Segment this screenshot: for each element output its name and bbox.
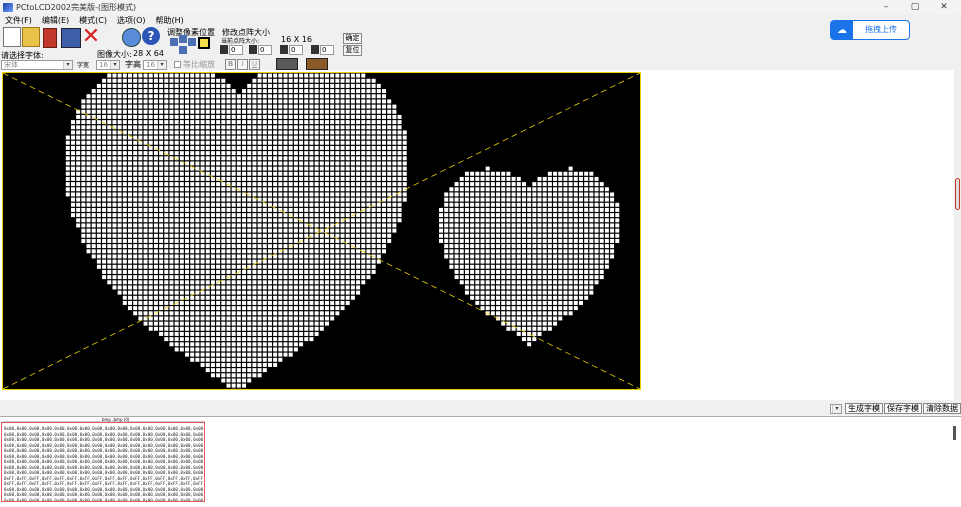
cloud-upload-icon: ☁ (831, 21, 853, 39)
minimize-button[interactable]: – (872, 0, 900, 14)
code-line: 0x00,0x00,0x00,0x00,0x00,0x00,0x00,0x00,… (4, 492, 205, 497)
reset-button[interactable]: 复位 (343, 45, 362, 56)
char-width-label: 字宽 (77, 62, 90, 69)
underline-button[interactable]: U (249, 59, 260, 70)
move-up-icon[interactable] (179, 35, 187, 43)
title-bar: PCtoLCD2002完美版-(图形模式) – ▢ ✕ (0, 0, 961, 14)
settings-gear-icon[interactable] (122, 28, 141, 47)
rotate-icon[interactable] (306, 58, 328, 70)
left-spin[interactable]: 0 (229, 45, 243, 55)
chevron-down-icon: ▾ (157, 61, 166, 69)
char-width-select[interactable]: 16 ▾ (96, 60, 120, 70)
code-line: 0xFF,0xFF,0xFF,0xFF,0xFF,0xFF,0xFF,0xFF,… (4, 481, 205, 486)
vertical-scrollbar[interactable] (954, 70, 961, 400)
italic-button[interactable]: I (237, 59, 248, 70)
move-down-icon[interactable] (179, 46, 187, 54)
dot-size-value: 16 X 16 (281, 35, 312, 44)
char-width-value: 16 (99, 61, 108, 69)
clear-data-button[interactable]: 清除数据 (923, 403, 961, 414)
menu-help[interactable]: 帮助(H) (156, 15, 184, 26)
generate-button[interactable]: 生成字模 (845, 403, 883, 414)
proportional-label: 等比缩放 (183, 60, 215, 69)
upload-label: 拖拽上传 (865, 25, 897, 34)
scrollbar-thumb[interactable] (955, 178, 960, 210)
close-button[interactable]: ✕ (930, 0, 958, 14)
confirm-button[interactable]: 确定 (343, 33, 362, 44)
database-icon[interactable] (61, 28, 81, 48)
pixel-group (65, 73, 620, 389)
char-height-label: 字高 (125, 60, 141, 69)
app-icon (3, 2, 13, 12)
move-right-icon[interactable] (188, 38, 196, 46)
pixel-grid-canvas[interactable] (2, 72, 641, 390)
center-icon[interactable] (198, 37, 210, 49)
right-margin-icon (280, 45, 288, 54)
char-height-value: 16 (146, 61, 155, 69)
code-line: 0x00,0x00,0x00,0x00,0x00,0x00,0x00,0x00,… (4, 437, 205, 442)
bold-button[interactable]: B (225, 59, 236, 70)
char-height-select[interactable]: 16 ▾ (143, 60, 167, 70)
save-font-button[interactable]: 保存字模 (884, 403, 922, 414)
code-output[interactable]: 0x00,0x00,0x00,0x00,0x00,0x00,0x00,0x00,… (1, 422, 205, 502)
maximize-button[interactable]: ▢ (901, 0, 929, 14)
proportional-checkbox[interactable] (174, 61, 181, 68)
bottom-margin-icon (311, 45, 319, 54)
output-select[interactable]: ▾ (830, 404, 842, 414)
save-icon[interactable] (43, 28, 57, 48)
bottom-spin[interactable]: 0 (320, 45, 334, 55)
code-line: 0x00,0x00,0x00,0x00,0x00,0x00,0x00,0x00,… (4, 497, 204, 502)
top-margin-icon (249, 45, 257, 54)
code-line: 0x00,0x00,0x00,0x00,0x00,0x00,0x00,0x00,… (4, 459, 205, 464)
chevron-down-icon: ▾ (832, 405, 841, 413)
move-left-icon[interactable] (170, 38, 178, 46)
right-spin[interactable]: 0 (289, 45, 303, 55)
code-line: 0x00,0x00,0x00,0x00,0x00,0x00,0x00,0x00,… (4, 448, 205, 453)
dot-size-hint: 当前点阵大小: (221, 38, 260, 45)
new-file-icon[interactable] (3, 27, 21, 47)
code-line: 0x00,0x00,0x00,0x00,0x00,0x00,0x00,0x00,… (4, 426, 205, 431)
menu-file[interactable]: 文件(F) (5, 15, 32, 26)
font-value: 宋体 (4, 61, 18, 69)
top-spin[interactable]: 0 (258, 45, 272, 55)
code-line: 0x00,0x00,0x00,0x00,0x00,0x00,0x00,0x00,… (4, 470, 205, 475)
help-icon[interactable]: ? (142, 27, 160, 45)
action-bar (0, 402, 961, 416)
upload-button[interactable]: ☁ 拖拽上传 (830, 20, 910, 40)
window-title: PCtoLCD2002完美版-(图形模式) (16, 2, 137, 12)
image-size-value: 28 X 64 (133, 49, 164, 58)
menu-options[interactable]: 选项(O) (117, 15, 146, 26)
font-select[interactable]: 宋体 ▾ (1, 60, 73, 70)
delete-icon[interactable]: ✕ (82, 26, 100, 48)
chevron-down-icon: ▾ (63, 61, 72, 69)
invert-icon[interactable] (276, 58, 298, 70)
output-scrollbar[interactable] (953, 426, 956, 440)
open-folder-icon[interactable] (22, 27, 40, 47)
menu-edit[interactable]: 编辑(E) (42, 15, 69, 26)
left-margin-icon (220, 45, 228, 54)
chevron-down-icon: ▾ (110, 61, 119, 69)
